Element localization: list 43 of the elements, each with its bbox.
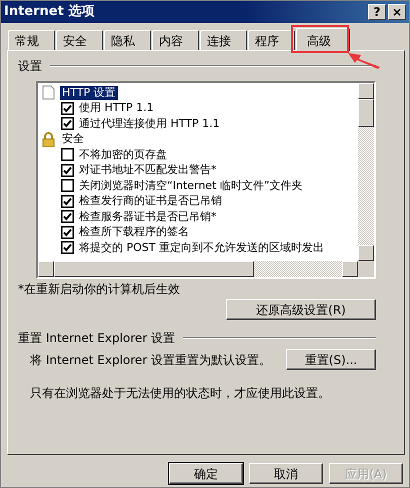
horizontal-scrollbar[interactable]: [38, 261, 358, 277]
restore-button[interactable]: 还原高级设置(R): [226, 299, 376, 320]
group-title: 设置: [18, 58, 42, 75]
checkbox[interactable]: [61, 210, 74, 224]
arrow-icon: [347, 51, 381, 69]
note-text: 只有在浏览器处于无法使用的状态时，才应使用此设置。: [29, 385, 331, 402]
checkbox[interactable]: [61, 241, 74, 254]
option-label: 对证书地址不匹配发出警告*: [79, 163, 216, 178]
option-label: 关闭浏览器时清空“Internet 临时文件”文件夹: [79, 178, 303, 193]
tab[interactable]: 常规: [8, 30, 55, 50]
category-label[interactable]: HTTP 设置: [60, 86, 118, 100]
checkbox[interactable]: [61, 194, 74, 208]
help-button[interactable]: ?: [368, 4, 386, 20]
category-label[interactable]: 安全: [60, 132, 86, 146]
tab[interactable]: 内容: [152, 30, 199, 50]
lock-icon: [41, 132, 56, 147]
description-text: 将 Internet Explorer 设置重置为默认设置。: [30, 352, 272, 368]
window-title: Internet 选项: [4, 3, 94, 22]
option-label: 检查所下载程序的签名: [79, 225, 189, 240]
checkbox[interactable]: [61, 148, 74, 162]
checkbox[interactable]: [61, 226, 74, 239]
tab[interactable]: 连接: [200, 30, 247, 50]
option-label: 通过代理连接使用 HTTP 1.1: [79, 116, 220, 131]
note-text: *在重新启动你的计算机后生效: [18, 281, 181, 298]
tab[interactable]: 程序: [248, 30, 295, 50]
tab[interactable]: 安全: [56, 30, 103, 50]
vertical-scrollbar[interactable]: [358, 83, 374, 261]
dialog-button[interactable]: 取消: [249, 463, 323, 484]
checkbox[interactable]: [61, 117, 74, 130]
tab[interactable]: 高级: [296, 28, 350, 51]
checkbox[interactable]: [61, 164, 74, 177]
checkbox[interactable]: [61, 102, 74, 115]
tab[interactable]: 隐私: [104, 30, 151, 50]
option-label: 不将加密的页存盘: [79, 148, 167, 162]
option-label: 使用 HTTP 1.1: [79, 101, 154, 116]
option-label: 检查发行商的证书是否已吊销: [79, 194, 222, 208]
dialog-button[interactable]: 确定: [169, 463, 243, 484]
option-label: 检查服务器证书是否已吊销*: [79, 210, 216, 224]
reset-button[interactable]: 重置(S)...: [286, 349, 376, 370]
group-title: 重置 Internet Explorer 设置: [18, 330, 176, 347]
close-button[interactable]: ×: [388, 4, 406, 20]
checkbox[interactable]: [61, 179, 74, 192]
option-label: 将提交的 POST 重定向到不允许发送的区域时发出: [79, 240, 324, 255]
